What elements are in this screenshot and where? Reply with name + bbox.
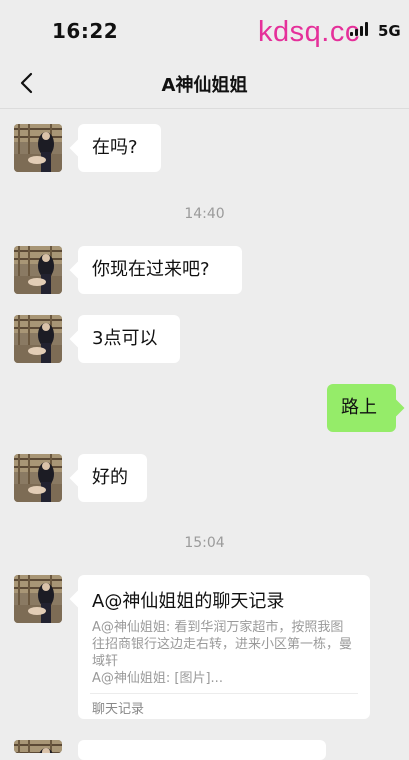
network-label: 5G (378, 22, 401, 40)
chat-record-line: A@神仙姐姐: [图片]... (92, 671, 223, 686)
nav-bar: A神仙姐姐 (0, 60, 409, 109)
message-bubble-partial[interactable] (78, 740, 326, 760)
contact-avatar[interactable] (14, 454, 62, 502)
message-bubble[interactable]: 3点可以 (78, 315, 180, 363)
message-text: 在吗? (92, 137, 138, 158)
chat-record-card[interactable]: A@神仙姐姐的聊天记录 A@神仙姐姐: 看到华润万家超市，按照我图往招商银行这边… (78, 575, 370, 719)
chat-record-footer: 聊天记录 (92, 702, 145, 717)
message-bubble[interactable]: 在吗? (78, 124, 161, 172)
chat-record-title: A@神仙姐姐的聊天记录 (92, 591, 285, 612)
chat-title: A神仙姐姐 (161, 75, 248, 96)
chat-record-line: A@神仙姐姐: 看到华润万家超市，按照我图往招商银行这边走右转，进来小区第一栋，… (92, 620, 353, 669)
chat-record-preview: A@神仙姐姐: 看到华润万家超市，按照我图往招商银行这边走右转，进来小区第一栋，… (92, 619, 354, 687)
contact-avatar[interactable] (14, 740, 62, 753)
message-bubble[interactable]: 你现在过来吧? (78, 246, 242, 294)
card-divider (90, 693, 358, 694)
contact-avatar[interactable] (14, 315, 62, 363)
watermark: kdsq.cc (258, 16, 360, 48)
message-bubble[interactable]: 好的 (78, 454, 147, 502)
status-bar: 16:22 kdsq.cc 5G (0, 0, 409, 60)
message-text: 3点可以 (92, 328, 158, 349)
timestamp: 14:40 (184, 206, 225, 222)
message-text: 路上 (341, 397, 377, 418)
contact-avatar[interactable] (14, 124, 62, 172)
status-time: 16:22 (52, 19, 119, 43)
message-text: 好的 (92, 467, 128, 488)
contact-avatar[interactable] (14, 575, 62, 623)
my-message-bubble[interactable]: 路上 (327, 384, 396, 432)
message-text: 你现在过来吧? (92, 259, 210, 280)
timestamp: 15:04 (184, 535, 225, 551)
contact-avatar[interactable] (14, 246, 62, 294)
signal-icon (350, 22, 372, 36)
